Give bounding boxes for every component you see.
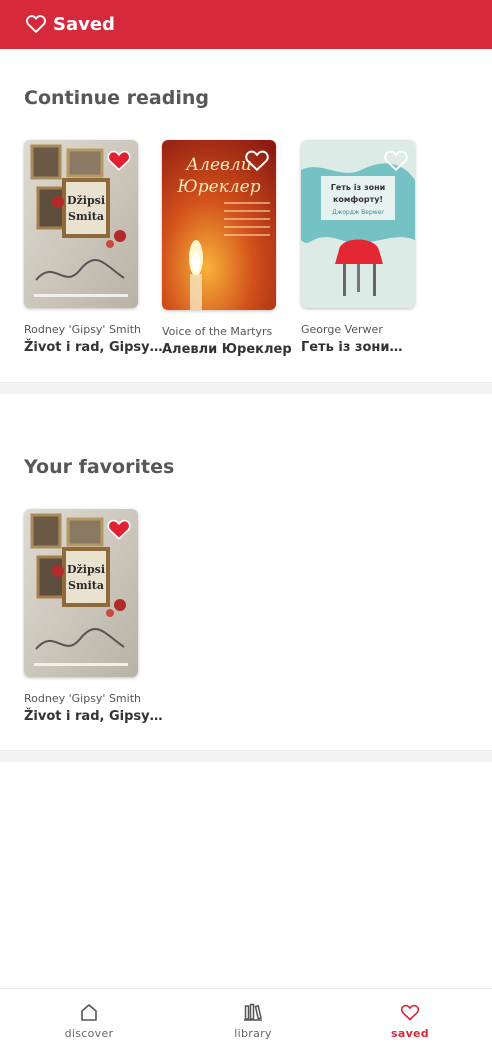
home-icon: [81, 1004, 97, 1021]
svg-text:Džipsi: Džipsi: [67, 194, 105, 207]
heart-outline-icon: [26, 15, 46, 34]
book-cover[interactable]: Геть із зони комфорту! Джордж Верwer: [301, 140, 415, 308]
nav-item-saved[interactable]: saved: [360, 989, 460, 1050]
library-icon: [244, 1003, 262, 1021]
book-title[interactable]: Život i rad, Gipsy…: [24, 709, 163, 724]
svg-text:Džipsi: Džipsi: [67, 563, 105, 576]
svg-text:Smita: Smita: [68, 210, 104, 223]
svg-text:Алевли: Алевли: [185, 155, 251, 175]
book-author: Voice of the Martyrs: [162, 325, 273, 338]
section-divider: [0, 750, 492, 762]
book-cover[interactable]: Džipsi Smita: [24, 140, 138, 308]
nav-item-discover[interactable]: discover: [39, 989, 139, 1050]
nav-label: saved: [391, 1027, 429, 1040]
favorite-heart-outline-icon[interactable]: [383, 148, 409, 172]
svg-text:Геть із зони: Геть із зони: [331, 182, 385, 192]
heart-icon: [400, 1004, 420, 1021]
book-title[interactable]: Геть із зони…: [301, 340, 403, 355]
book-title[interactable]: Život i rad, Gipsy…: [24, 340, 163, 355]
svg-text:Джордж Верwer: Джордж Верwer: [332, 209, 384, 216]
section-title-favorites: Your favorites: [24, 456, 175, 478]
bottom-navigation: discover library saved: [0, 988, 492, 1050]
section-title-continue-reading: Continue reading: [24, 87, 209, 109]
svg-text:комфорту!: комфорту!: [333, 195, 383, 204]
svg-text:Юреклер: Юреклер: [176, 177, 260, 197]
favorite-heart-outline-icon[interactable]: [244, 148, 270, 172]
favorite-heart-icon[interactable]: [106, 148, 132, 172]
nav-item-library[interactable]: library: [203, 989, 303, 1050]
book-author: Rodney 'Gipsy' Smith: [24, 323, 141, 336]
favorite-heart-icon[interactable]: [106, 517, 132, 541]
section-divider: [0, 382, 492, 394]
page-title: Saved: [53, 14, 115, 35]
svg-text:Smita: Smita: [68, 579, 104, 592]
book-cover[interactable]: Džipsi Smita: [24, 509, 138, 677]
book-title[interactable]: Алевли Юреклер: [162, 342, 292, 357]
nav-label: library: [234, 1027, 272, 1040]
nav-label: discover: [64, 1027, 114, 1040]
book-cover[interactable]: Алевли Юреклер: [162, 140, 276, 310]
top-app-bar: Saved: [0, 0, 492, 49]
book-author: George Verwer: [301, 323, 383, 336]
book-author: Rodney 'Gipsy' Smith: [24, 692, 141, 705]
